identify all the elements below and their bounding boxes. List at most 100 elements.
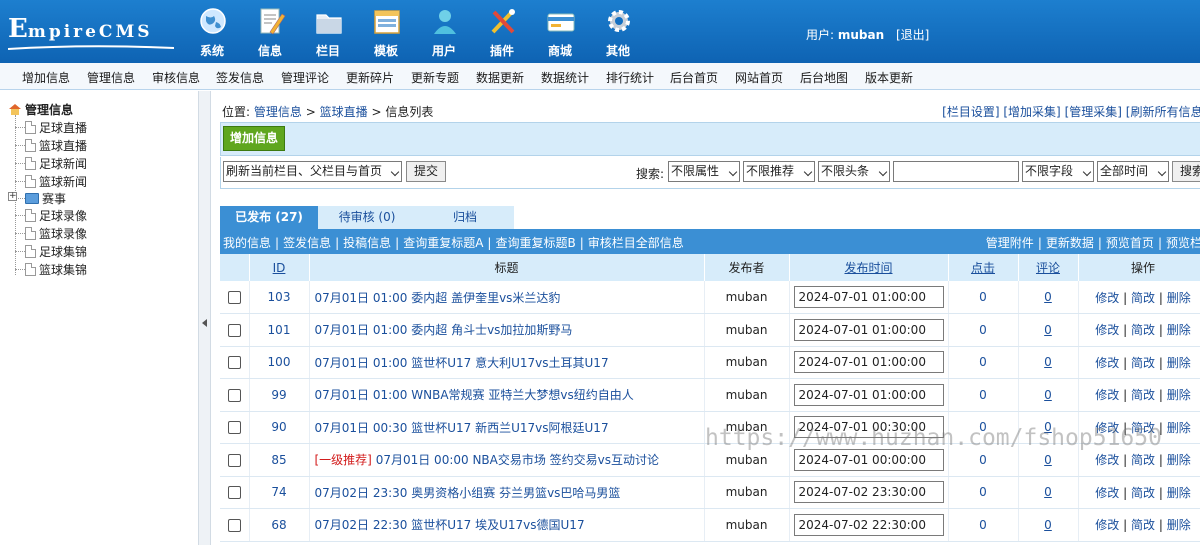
quick-edit-link[interactable]: 简改 bbox=[1131, 356, 1155, 370]
tree-item[interactable]: 篮球直播 bbox=[15, 137, 87, 153]
add-collect-link[interactable]: [增加采集] bbox=[1003, 105, 1060, 119]
delete-link[interactable]: 删除 bbox=[1167, 388, 1191, 402]
tree-item[interactable]: 足球新闻 bbox=[15, 155, 87, 171]
menu-sign-info[interactable]: 签发信息 bbox=[216, 69, 264, 86]
menu-review-info[interactable]: 审核信息 bbox=[152, 69, 200, 86]
review-all-link[interactable]: 审核栏目全部信息 bbox=[588, 236, 684, 250]
row-comments-link[interactable]: 0 bbox=[1018, 346, 1079, 379]
row-title-link[interactable]: 07月01日 01:00 WNBA常规赛 亚特兰大梦想vs纽约自由人 bbox=[315, 388, 634, 402]
submission-link[interactable]: 投稿信息 bbox=[343, 236, 391, 250]
menu-admin-map[interactable]: 后台地图 bbox=[800, 69, 848, 86]
menu-update-fragments[interactable]: 更新碎片 bbox=[346, 69, 394, 86]
topnav-shop[interactable]: 商城 bbox=[540, 4, 580, 60]
publish-time-field[interactable]: 2024-07-01 01:00:00 bbox=[793, 318, 944, 341]
topnav-system[interactable]: 系统 bbox=[192, 4, 232, 60]
row-comments-link[interactable]: 0 bbox=[1018, 443, 1079, 477]
tree-item[interactable]: 足球直播 bbox=[15, 119, 87, 135]
add-info-button[interactable]: 增加信息 bbox=[223, 126, 285, 151]
sign-info-link[interactable]: 签发信息 bbox=[283, 236, 331, 250]
edit-link[interactable]: 修改 bbox=[1095, 453, 1119, 467]
delete-link[interactable]: 删除 bbox=[1167, 518, 1191, 532]
edit-link[interactable]: 修改 bbox=[1095, 421, 1119, 435]
preview-column-link[interactable]: 预览栏 bbox=[1166, 236, 1200, 250]
publish-time-field[interactable]: 2024-07-02 23:30:00 bbox=[793, 481, 944, 504]
clicks-col-header[interactable]: 点击 bbox=[948, 254, 1019, 281]
menu-admin-home[interactable]: 后台首页 bbox=[670, 69, 718, 86]
row-checkbox[interactable] bbox=[227, 356, 241, 370]
publish-time-field[interactable]: 2024-07-01 01:00:00 bbox=[793, 286, 944, 308]
delete-link[interactable]: 删除 bbox=[1167, 323, 1191, 337]
edit-link[interactable]: 修改 bbox=[1095, 291, 1119, 305]
column-settings-link[interactable]: [栏目设置] bbox=[942, 105, 999, 119]
menu-data-update[interactable]: 数据更新 bbox=[476, 69, 524, 86]
menu-version-update[interactable]: 版本更新 bbox=[865, 69, 913, 86]
tree-item[interactable]: 足球集锦 bbox=[15, 243, 87, 259]
row-checkbox[interactable] bbox=[227, 486, 241, 500]
row-title-link[interactable]: 07月01日 01:00 委内超 盖伊奎里vs米兰达豹 bbox=[315, 291, 561, 305]
row-comments-link[interactable]: 0 bbox=[1018, 508, 1079, 542]
publish-time-field[interactable]: 2024-07-01 00:00:00 bbox=[793, 448, 944, 471]
quick-edit-link[interactable]: 简改 bbox=[1131, 323, 1155, 337]
row-title-link[interactable]: 07月01日 00:00 NBA交易市场 签约交易vs互动讨论 bbox=[376, 453, 659, 467]
quick-edit-link[interactable]: 简改 bbox=[1131, 486, 1155, 500]
time-range-select[interactable]: 全部时间 bbox=[1097, 161, 1169, 182]
menu-rank-stats[interactable]: 排行统计 bbox=[606, 69, 654, 86]
breadcrumb-manage-info[interactable]: 管理信息 bbox=[254, 105, 302, 119]
comments-col-header[interactable]: 评论 bbox=[1018, 254, 1079, 281]
delete-link[interactable]: 删除 bbox=[1167, 421, 1191, 435]
recommend-select[interactable]: 不限推荐 bbox=[743, 161, 815, 182]
menu-site-home[interactable]: 网站首页 bbox=[735, 69, 783, 86]
quick-edit-link[interactable]: 简改 bbox=[1131, 388, 1155, 402]
expand-icon[interactable]: + bbox=[8, 192, 17, 201]
panel-splitter[interactable] bbox=[198, 91, 211, 545]
delete-link[interactable]: 删除 bbox=[1167, 453, 1191, 467]
row-title-link[interactable]: 07月01日 01:00 篮世杯U17 意大利U17vs土耳其U17 bbox=[315, 356, 609, 370]
sort-comments-link[interactable]: 评论 bbox=[1036, 261, 1060, 275]
menu-update-topics[interactable]: 更新专题 bbox=[411, 69, 459, 86]
delete-link[interactable]: 删除 bbox=[1167, 356, 1191, 370]
edit-link[interactable]: 修改 bbox=[1095, 518, 1119, 532]
row-checkbox[interactable] bbox=[227, 388, 241, 402]
dup-title-a-link[interactable]: 查询重复标题A bbox=[403, 236, 483, 250]
topnav-plugin[interactable]: 插件 bbox=[482, 4, 522, 60]
tree-root[interactable]: 管理信息 bbox=[8, 101, 73, 118]
delete-link[interactable]: 删除 bbox=[1167, 291, 1191, 305]
quick-edit-link[interactable]: 简改 bbox=[1131, 453, 1155, 467]
topnav-info[interactable]: 信息 bbox=[250, 4, 290, 60]
field-select[interactable]: 不限字段 bbox=[1022, 161, 1094, 182]
quick-edit-link[interactable]: 简改 bbox=[1131, 421, 1155, 435]
row-checkbox[interactable] bbox=[227, 421, 241, 435]
edit-link[interactable]: 修改 bbox=[1095, 323, 1119, 337]
topnav-user[interactable]: 用户 bbox=[424, 4, 464, 60]
logout-link[interactable]: [退出] bbox=[896, 28, 929, 42]
topnav-template[interactable]: 模板 bbox=[366, 4, 406, 60]
row-checkbox[interactable] bbox=[227, 453, 241, 467]
tree-item[interactable]: 篮球集锦 bbox=[15, 261, 87, 277]
manage-attachments-link[interactable]: 管理附件 bbox=[986, 236, 1034, 250]
row-comments-link[interactable]: 0 bbox=[1018, 476, 1079, 509]
tab-pending[interactable]: 待审核 (0) bbox=[318, 206, 416, 229]
menu-data-stats[interactable]: 数据统计 bbox=[541, 69, 589, 86]
menu-manage-info[interactable]: 管理信息 bbox=[87, 69, 135, 86]
publish-time-field[interactable]: 2024-07-02 22:30:00 bbox=[793, 513, 944, 536]
row-checkbox[interactable] bbox=[227, 518, 241, 532]
edit-link[interactable]: 修改 bbox=[1095, 356, 1119, 370]
collapse-arrow-icon[interactable] bbox=[202, 319, 207, 327]
row-comments-link[interactable]: 0 bbox=[1018, 313, 1079, 347]
row-checkbox[interactable] bbox=[227, 291, 241, 304]
publish-time-field[interactable]: 2024-07-01 00:30:00 bbox=[793, 416, 944, 439]
manage-collect-link[interactable]: [管理采集] bbox=[1065, 105, 1122, 119]
empirecms-logo[interactable]: EmpireCMS bbox=[8, 14, 174, 50]
tree-item[interactable]: 篮球录像 bbox=[15, 225, 87, 241]
sort-time-link[interactable]: 发布时间 bbox=[844, 261, 892, 275]
update-data-link[interactable]: 更新数据 bbox=[1046, 236, 1094, 250]
quick-edit-link[interactable]: 简改 bbox=[1131, 291, 1155, 305]
row-title-link[interactable]: 07月01日 00:30 篮世杯U17 新西兰U17vs阿根廷U17 bbox=[315, 421, 609, 435]
submit-button[interactable]: 提交 bbox=[406, 161, 446, 182]
row-title-link[interactable]: 07月02日 23:30 奥男资格小组赛 芬兰男篮vs巴哈马男篮 bbox=[315, 486, 621, 500]
my-info-link[interactable]: 我的信息 bbox=[223, 236, 271, 250]
tree-folder-events[interactable]: + 赛事 bbox=[8, 190, 66, 206]
attribute-select[interactable]: 不限属性 bbox=[668, 161, 740, 182]
time-col-header[interactable]: 发布时间 bbox=[789, 254, 949, 281]
menu-manage-comments[interactable]: 管理评论 bbox=[281, 69, 329, 86]
